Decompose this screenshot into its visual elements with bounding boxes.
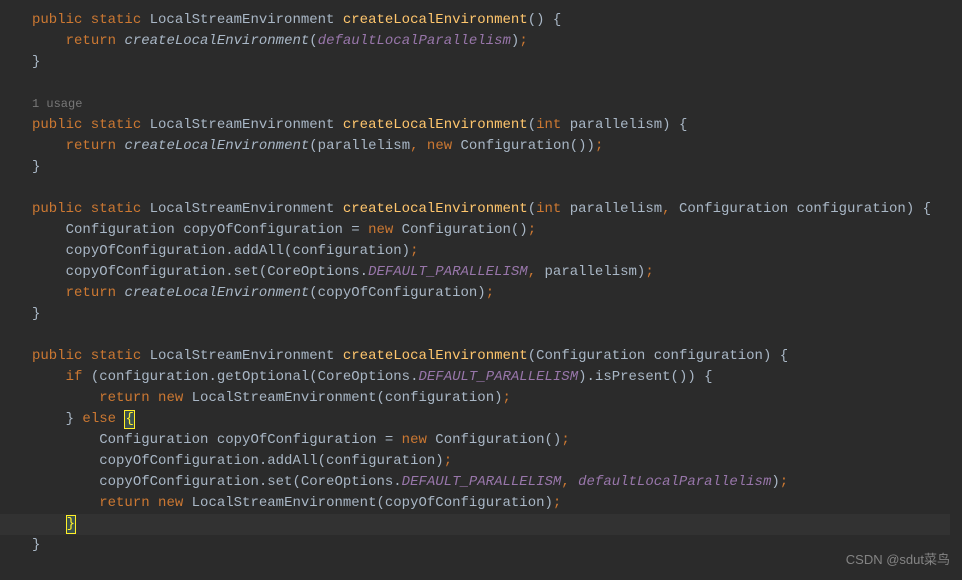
code-line[interactable]: public static LocalStreamEnvironment cre… [0, 346, 962, 367]
return-type: LocalStreamEnvironment [150, 12, 335, 28]
keyword-return: return [99, 495, 149, 511]
keyword-modifiers: public static [32, 117, 141, 133]
return-type: LocalStreamEnvironment [150, 201, 335, 217]
method-name: createLocalEnvironment [343, 12, 528, 28]
keyword-else: else [74, 411, 116, 427]
scrollbar[interactable] [950, 0, 962, 580]
blank-line[interactable] [0, 178, 962, 199]
method-call: createLocalEnvironment [124, 285, 309, 301]
code-line[interactable]: } else { [0, 409, 962, 430]
matched-brace-open: { [124, 410, 134, 429]
code-line[interactable]: } [0, 514, 962, 535]
semicolon: ; [595, 138, 603, 154]
code-line[interactable]: } [0, 52, 962, 73]
code-line[interactable]: } [0, 157, 962, 178]
code-line[interactable]: return new LocalStreamEnvironment(config… [0, 388, 962, 409]
brace-close: } [32, 306, 40, 322]
keyword-new: new [402, 432, 427, 448]
code-line[interactable]: return new LocalStreamEnvironment(copyOf… [0, 493, 962, 514]
keyword-return: return [66, 285, 116, 301]
keyword-new: new [150, 495, 184, 511]
keyword-new: new [368, 222, 393, 238]
usage-hint[interactable]: 1 usage [0, 94, 962, 115]
keyword-return: return [66, 33, 116, 49]
code-line[interactable]: copyOfConfiguration.addAll(configuration… [0, 241, 962, 262]
blank-line[interactable] [0, 73, 962, 94]
brace-close: } [32, 537, 40, 553]
keyword-int: int [536, 201, 561, 217]
keyword-int: int [536, 117, 561, 133]
method-call: createLocalEnvironment [124, 138, 309, 154]
code-line[interactable]: Configuration copyOfConfiguration = new … [0, 220, 962, 241]
static-field: defaultLocalParallelism [318, 33, 511, 49]
method-name: createLocalEnvironment [343, 117, 528, 133]
keyword-modifiers: public static [32, 348, 141, 364]
static-constant: DEFAULT_PARALLELISM [418, 369, 578, 385]
matched-brace-close: } [66, 515, 76, 534]
keyword-if: if [66, 369, 83, 385]
code-line[interactable]: if (configuration.getOptional(CoreOption… [0, 367, 962, 388]
watermark: CSDN @sdut菜鸟 [846, 549, 950, 570]
keyword-new: new [150, 390, 184, 406]
code-line[interactable]: return createLocalEnvironment(defaultLoc… [0, 31, 962, 52]
code-line[interactable]: copyOfConfiguration.set(CoreOptions.DEFA… [0, 472, 962, 493]
blank-line[interactable] [0, 325, 962, 346]
code-line[interactable]: Configuration copyOfConfiguration = new … [0, 430, 962, 451]
brace-close: } [32, 159, 40, 175]
parens: () [528, 12, 545, 28]
code-line[interactable]: } [0, 535, 962, 556]
code-line[interactable]: public static LocalStreamEnvironment cre… [0, 199, 962, 220]
keyword-modifiers: public static [32, 201, 141, 217]
code-line[interactable]: copyOfConfiguration.set(CoreOptions.DEFA… [0, 262, 962, 283]
method-name: createLocalEnvironment [343, 201, 528, 217]
semicolon: ; [519, 33, 527, 49]
static-constant: DEFAULT_PARALLELISM [402, 474, 562, 490]
keyword-return: return [66, 138, 116, 154]
brace-close: } [32, 54, 40, 70]
code-editor[interactable]: public static LocalStreamEnvironment cre… [0, 0, 962, 566]
code-line[interactable]: } [0, 304, 962, 325]
keyword-new: new [419, 138, 453, 154]
method-name: createLocalEnvironment [343, 348, 528, 364]
keyword-modifiers: public static [32, 12, 141, 28]
keyword-return: return [99, 390, 149, 406]
code-line[interactable]: return createLocalEnvironment(parallelis… [0, 136, 962, 157]
code-line[interactable]: copyOfConfiguration.addAll(configuration… [0, 451, 962, 472]
return-type: LocalStreamEnvironment [150, 117, 335, 133]
code-line[interactable]: public static LocalStreamEnvironment cre… [0, 10, 962, 31]
static-field: defaultLocalParallelism [570, 474, 772, 490]
code-line[interactable]: return createLocalEnvironment(copyOfConf… [0, 283, 962, 304]
parameter: parallelism [561, 117, 662, 133]
code-line[interactable]: public static LocalStreamEnvironment cre… [0, 115, 962, 136]
method-call: createLocalEnvironment [124, 33, 309, 49]
static-constant: DEFAULT_PARALLELISM [368, 264, 528, 280]
return-type: LocalStreamEnvironment [150, 348, 335, 364]
brace-open: { [545, 12, 562, 28]
